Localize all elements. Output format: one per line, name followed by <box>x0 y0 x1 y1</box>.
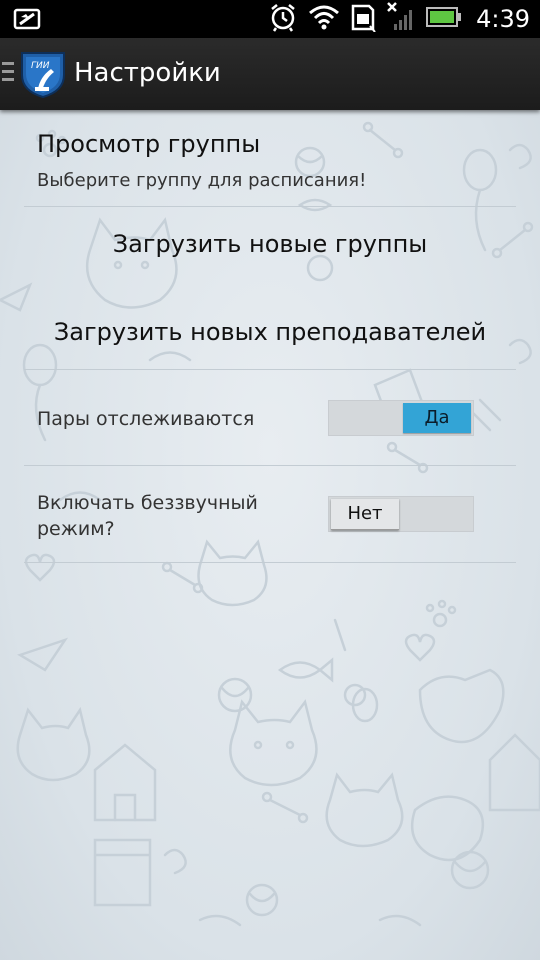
app-logo[interactable]: ГИИ <box>18 49 68 103</box>
clock: 4:39 <box>476 5 530 33</box>
switch-thumb-on[interactable]: Да <box>403 403 471 433</box>
silent-mode-label: Включать беззвучный режим? <box>37 490 258 542</box>
silent-mode-label-line2: режим? <box>37 518 115 540</box>
divider <box>24 562 516 563</box>
switch-thumb-off[interactable]: Нет <box>331 499 399 530</box>
group-view-preference[interactable]: Просмотр группы Выберите группу для расп… <box>0 110 540 206</box>
screen-title: Настройки <box>74 58 221 88</box>
no-data-sim-icon <box>12 6 42 36</box>
battery-icon <box>426 6 462 32</box>
alarm-icon <box>268 2 298 36</box>
divider <box>24 206 516 207</box>
silent-mode-preference: Включать беззвучный режим? Нет <box>0 466 540 562</box>
status-bar: 4:39 <box>0 0 540 38</box>
settings-list: Просмотр группы Выберите группу для расп… <box>0 110 540 960</box>
sd-card-icon <box>350 2 376 36</box>
silent-mode-label-line1: Включать беззвучный <box>37 492 258 514</box>
menu-icon[interactable] <box>2 62 14 86</box>
signal-off-icon <box>386 2 416 36</box>
track-pairs-label: Пары отслеживаются <box>37 408 255 430</box>
action-bar: ГИИ Настройки <box>0 38 540 110</box>
load-groups-button[interactable]: Загрузить новые группы <box>0 230 540 258</box>
track-pairs-preference: Пары отслеживаются Да <box>0 370 540 466</box>
wifi-icon <box>308 3 340 35</box>
track-pairs-switch[interactable]: Да <box>328 400 474 436</box>
svg-text:ГИИ: ГИИ <box>31 61 50 71</box>
group-view-title: Просмотр группы <box>37 130 261 158</box>
group-view-summary: Выберите группу для расписания! <box>37 170 367 191</box>
load-teachers-button[interactable]: Загрузить новых преподавателей <box>0 318 540 346</box>
silent-mode-switch[interactable]: Нет <box>328 496 474 532</box>
